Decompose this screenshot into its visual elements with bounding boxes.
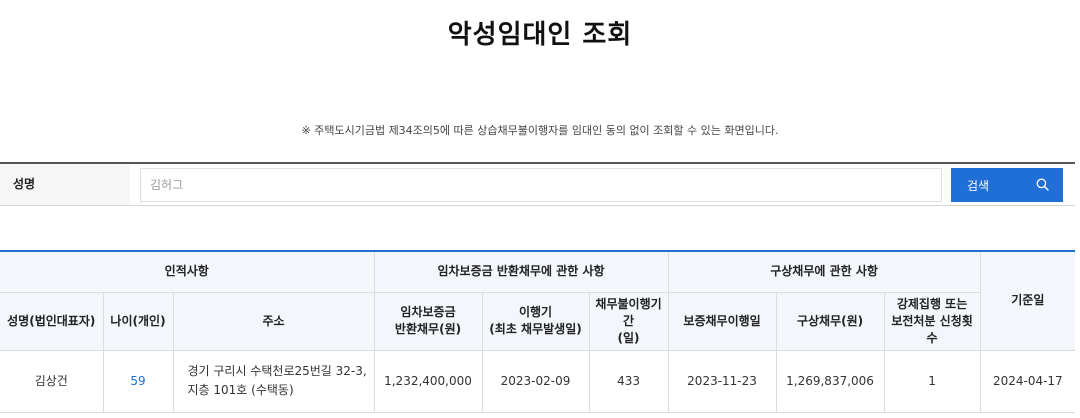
cell-guarantee-date: 2023-11-23: [667, 349, 777, 413]
search-button[interactable]: 검색: [951, 168, 1063, 202]
cell-enforcement-count: 1: [883, 349, 981, 413]
page: 악성임대인 조회 ※ 주택도시기금법 제34조의5에 따른 상습채무불이행자를 …: [0, 0, 1080, 418]
cell-deposit-debt: 1,232,400,000: [373, 349, 483, 413]
header-name: 성명(법인대표자): [0, 291, 104, 351]
header-address: 주소: [172, 291, 375, 351]
header-age: 나이(개인): [102, 291, 174, 351]
header-guarantee-date: 보증채무이행일: [667, 291, 777, 351]
header-base-date: 기준일: [979, 250, 1076, 351]
cell-name: 김상건: [0, 349, 104, 413]
header-indemnity-group: 구상채무에 관한 사항: [667, 250, 981, 293]
header-enforcement-count: 강제집행 또는 보전처분 신청횟수: [883, 291, 981, 351]
header-due-date: 이행기 (최초 채무발생일): [481, 291, 590, 351]
search-input[interactable]: [140, 168, 942, 202]
age-link[interactable]: 59: [130, 374, 145, 388]
search-label: 성명: [0, 164, 130, 205]
cell-age: 59: [102, 349, 174, 413]
cell-address: 경기 구리시 수택천로25번길 32-3, 지층 101호 (수택동): [172, 349, 375, 413]
header-deposit-debt-group: 임차보증금 반환채무에 관한 사항: [373, 250, 669, 293]
header-indemnity-debt: 구상채무(원): [775, 291, 885, 351]
table-row: 김상건 59 경기 구리시 수택천로25번길 32-3, 지층 101호 (수택…: [0, 349, 1076, 413]
search-row: 성명 검색: [0, 162, 1075, 206]
cell-base-date: 2024-04-17: [979, 349, 1076, 413]
notice-text: ※ 주택도시기금법 제34조의5에 따른 상습채무불이행자를 임대인 동의 없이…: [301, 124, 779, 137]
cell-indemnity-debt: 1,269,837,006: [775, 349, 885, 413]
search-button-label: 검색: [967, 178, 990, 193]
result-table: 인적사항 임차보증금 반환채무에 관한 사항 구상채무에 관한 사항 기준일 성…: [0, 250, 1076, 413]
page-title: 악성임대인 조회: [447, 20, 633, 50]
header-personal-info: 인적사항: [0, 250, 375, 293]
header-deposit-debt: 임차보증금 반환채무(원): [373, 291, 483, 351]
search-icon: [1036, 178, 1049, 191]
cell-due-date: 2023-02-09: [481, 349, 590, 413]
cell-default-period: 433: [588, 349, 669, 413]
header-default-period: 채무불이행기간 (일): [588, 291, 669, 351]
